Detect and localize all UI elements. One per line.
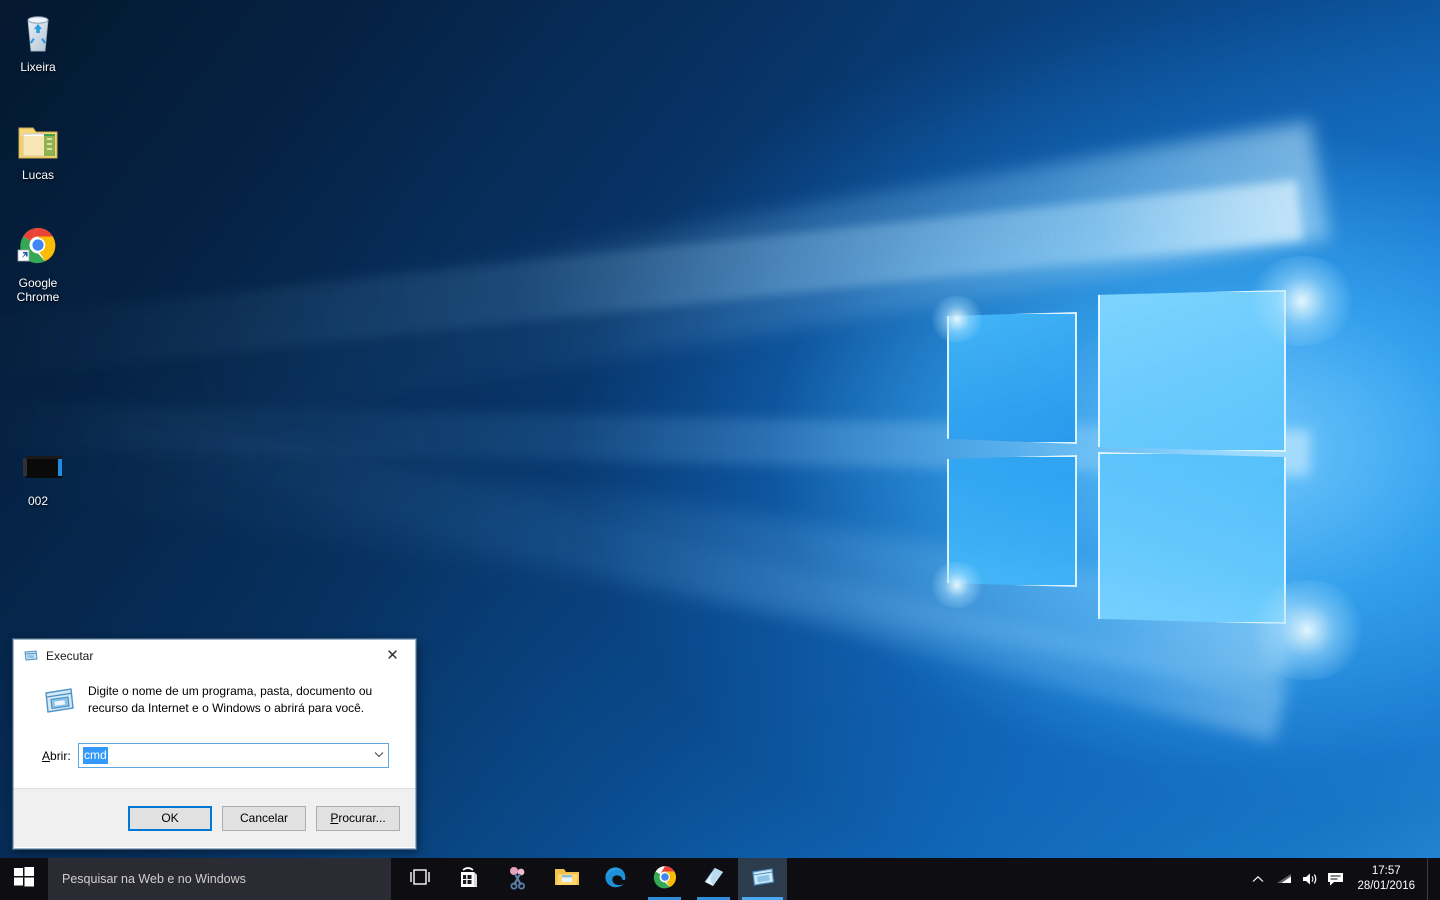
search-placeholder-text: Pesquisar na Web e no Windows [62, 872, 246, 886]
logo-pane-top-left [947, 312, 1077, 444]
show-desktop-button[interactable] [1427, 858, 1436, 900]
run-command-combobox[interactable]: cmd [78, 743, 389, 768]
desktop-screen: Lixeira Lucas Google Chrome 002 Executar… [0, 0, 1440, 900]
run-dialog-body: Digite o nome de um programa, pasta, doc… [14, 671, 415, 788]
run-dialog-title: Executar [46, 648, 94, 663]
logo-pane-top-right [1098, 290, 1286, 452]
taskbar-item-store[interactable] [444, 858, 493, 900]
desktop-icon-lixeira[interactable]: Lixeira [0, 8, 76, 74]
chrome-icon [652, 864, 678, 895]
run-dialog-description: Digite o nome de um programa, pasta, doc… [88, 684, 373, 715]
search-input[interactable]: Pesquisar na Web e no Windows [48, 858, 391, 900]
system-tray: 17:57 28/01/2016 [1245, 858, 1440, 900]
windows-hero-logo [929, 256, 1367, 680]
clock-date: 28/01/2016 [1357, 880, 1415, 892]
taskbar-item-file-explorer[interactable] [542, 858, 591, 900]
recycle-bin-icon [14, 8, 62, 56]
start-button[interactable] [0, 858, 48, 900]
edge-icon [603, 864, 629, 895]
run-command-input[interactable]: cmd [83, 747, 108, 764]
chevron-down-icon[interactable] [369, 744, 388, 765]
run-open-label-accel: A [42, 748, 51, 763]
taskbar-item-run[interactable] [738, 858, 787, 900]
logo-pane-bottom-left [947, 455, 1077, 587]
desktop-icon-label-line2: Chrome [16, 290, 60, 304]
windows-logo-icon [14, 866, 34, 892]
run-dialog-footer: OK Cancelar Procurar... [14, 788, 415, 847]
desktop-icon-label: Lixeira [20, 60, 56, 74]
task-view-icon [408, 867, 432, 892]
ok-button[interactable]: OK [128, 805, 212, 831]
run-window-icon [750, 865, 776, 894]
run-description-row: Digite o nome de um programa, pasta, doc… [28, 681, 401, 718]
taskbar-item-edge[interactable] [591, 858, 640, 900]
close-icon[interactable]: ✕ [370, 640, 415, 670]
desktop-icon-label: Lucas [21, 168, 55, 182]
action-center-icon[interactable] [1323, 858, 1349, 900]
browse-button-accel: P [330, 811, 339, 825]
desktop-icon-lucas[interactable]: Lucas [0, 116, 76, 182]
taskview-button[interactable] [395, 858, 444, 900]
desktop-icon-002[interactable]: 002 [0, 442, 76, 508]
taskbar: Pesquisar na Web e no Windows 17:57 28/0… [0, 858, 1440, 900]
desktop-icon-label-line1: Google [18, 276, 58, 290]
speaker-icon[interactable] [1297, 858, 1323, 900]
folder-icon [14, 116, 62, 164]
run-app-icon [42, 684, 76, 718]
store-icon [456, 864, 482, 895]
run-dialog[interactable]: Executar ✕ Digite o nome de um programa,… [13, 639, 416, 849]
notebook-icon [701, 865, 727, 894]
taskbar-item-chrome[interactable] [640, 858, 689, 900]
cancel-button[interactable]: Cancelar [222, 805, 306, 831]
taskbar-item-snipping-tool[interactable] [493, 858, 542, 900]
browse-button[interactable]: Procurar... [316, 805, 400, 831]
taskbar-clock[interactable]: 17:57 28/01/2016 [1349, 864, 1427, 894]
taskbar-item-notebook[interactable] [689, 858, 738, 900]
run-open-label: Abrir: [28, 749, 78, 763]
clock-time: 17:57 [1371, 865, 1401, 877]
run-window-icon [23, 648, 39, 664]
run-open-row: Abrir: cmd [28, 743, 401, 768]
run-dialog-titlebar[interactable]: Executar ✕ [14, 640, 415, 671]
show-hidden-icons-button[interactable] [1245, 858, 1271, 900]
video-thumbnail-icon [14, 442, 64, 490]
logo-pane-bottom-right [1098, 452, 1286, 624]
run-open-label-rest: brir: [50, 748, 71, 763]
wifi-icon[interactable] [1271, 858, 1297, 900]
desktop-icon-label: 002 [27, 494, 49, 508]
snipping-tool-icon [505, 864, 531, 895]
browse-button-rest: rocurar... [338, 811, 386, 825]
file-explorer-icon [553, 865, 581, 894]
chrome-shortcut-icon [14, 224, 62, 272]
taskbar-items [395, 858, 787, 900]
desktop-icon-google-chrome[interactable]: Google Chrome [0, 224, 76, 304]
